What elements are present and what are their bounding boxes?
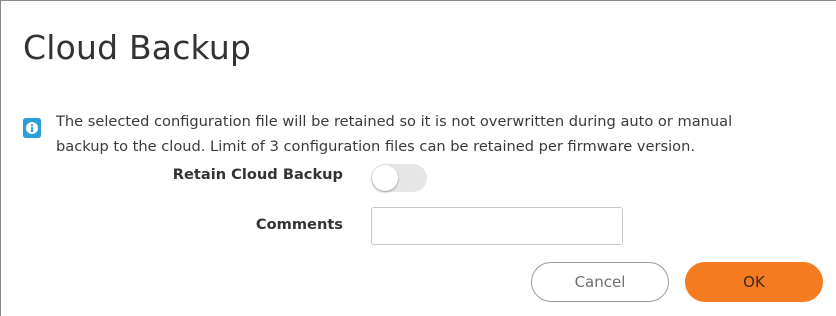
comments-input[interactable] xyxy=(371,207,623,245)
comments-label: Comments xyxy=(255,216,343,233)
info-message-line-2: backup to the cloud. Limit of 3 configur… xyxy=(56,138,695,155)
info-message-line-1: The selected configuration file will be … xyxy=(56,113,733,130)
toggle-knob xyxy=(372,165,398,191)
info-icon xyxy=(23,118,41,138)
retain-cloud-backup-label: Retain Cloud Backup xyxy=(172,166,343,183)
retain-cloud-backup-toggle[interactable] xyxy=(371,164,427,192)
cancel-button[interactable]: Cancel xyxy=(531,262,669,302)
ok-button[interactable]: OK xyxy=(685,262,823,302)
dialog-title: Cloud Backup xyxy=(23,28,252,67)
info-message: The selected configuration file will be … xyxy=(56,109,816,159)
cloud-backup-dialog: Cloud Backup ( The selected configuratio… xyxy=(0,0,836,316)
